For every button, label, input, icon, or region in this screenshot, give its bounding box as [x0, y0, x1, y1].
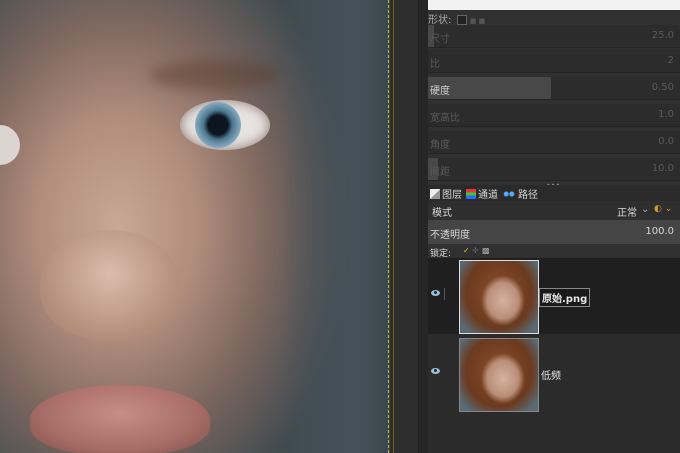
lips	[30, 385, 210, 453]
layers-icon	[430, 189, 440, 199]
slider-value[interactable]: 2	[668, 55, 674, 66]
mode-row[interactable]: 模式 正常 ⌄ ◐ ⌄	[428, 201, 680, 219]
brush-slider[interactable]: 宽高比 1.0	[428, 104, 680, 127]
shape-row: 形状: ■ ■	[428, 11, 486, 26]
brush-slider[interactable]: 角度 0.0	[428, 131, 680, 154]
brush-slider[interactable]: 尺寸 25.0	[428, 25, 680, 48]
left-eye-partial	[0, 125, 20, 165]
layer-thumbnail	[459, 260, 539, 334]
tab-paths-label: 路径	[518, 190, 538, 201]
image-canvas[interactable]	[0, 0, 390, 453]
nose	[40, 230, 180, 340]
slider-value[interactable]: 25.0	[652, 30, 674, 41]
eyebrow	[150, 60, 280, 90]
lock-row: 锁定: ✓ ✛ ▩	[428, 245, 680, 259]
opacity-label: 不透明度	[430, 230, 470, 241]
shape-hint: ■ ■	[469, 17, 486, 25]
chevron-down-icon[interactable]: ⌄	[641, 204, 649, 215]
mode-select[interactable]: 正常	[617, 204, 637, 219]
slider-value[interactable]: 1.0	[658, 109, 674, 120]
background-shade	[280, 0, 390, 453]
shape-square-icon[interactable]	[456, 15, 467, 25]
slider-value[interactable]: 0.50	[652, 82, 674, 93]
brush-preview-bar	[428, 0, 680, 10]
slider-label: 尺寸	[430, 34, 450, 45]
slider-label: 角度	[430, 140, 450, 151]
slider-label: 比	[430, 59, 440, 70]
paths-icon	[502, 189, 516, 199]
layers-list: 原始.png 低频	[428, 258, 680, 453]
slider-label: 间距	[430, 167, 450, 178]
canvas-edge-line	[393, 0, 394, 453]
opacity-value[interactable]: 100.0	[645, 226, 674, 237]
layer-row[interactable]: 低频	[428, 336, 680, 412]
lock-pixels-icon[interactable]: ✓	[463, 246, 470, 255]
layer-name[interactable]: 低频	[539, 366, 563, 383]
brush-slider[interactable]: 比2	[428, 50, 680, 73]
layer-row[interactable]: 原始.png	[428, 258, 680, 334]
canvas-scroll-strip[interactable]	[390, 0, 418, 453]
canvas-guide-line	[388, 0, 389, 453]
mode-label: 模式	[432, 208, 452, 219]
tab-channels[interactable]: 通道	[466, 186, 498, 201]
tab-layers-label: 图层	[442, 190, 462, 201]
iris	[195, 102, 241, 148]
tab-channels-label: 通道	[478, 190, 498, 201]
slider-value[interactable]: 10.0	[652, 163, 674, 174]
mode-options-icon[interactable]: ◐ ⌄	[654, 204, 672, 214]
dock-tabs: 图层 通道 路径	[428, 185, 680, 201]
slider-value[interactable]: 0.0	[658, 136, 674, 147]
opacity-slider[interactable]: 不透明度 100.0	[428, 220, 680, 244]
brush-slider[interactable]: 硬度 0.50	[428, 77, 680, 100]
tab-paths[interactable]: 路径	[502, 186, 538, 201]
slider-label: 宽高比	[430, 113, 460, 124]
right-dock: 形状: ■ ■ 尺寸 25.0 比 2 硬度 0.50 宽高比 1.0 角度 0.0 间距 10.0 …	[428, 0, 680, 453]
layer-thumbnail	[459, 338, 539, 412]
link-icon[interactable]	[444, 288, 449, 300]
channels-icon	[466, 189, 476, 199]
lock-position-icon[interactable]: ✛	[472, 246, 479, 255]
brush-slider[interactable]: 间距 10.0	[428, 158, 680, 181]
tab-layers[interactable]: 图层	[430, 186, 462, 201]
slider-label: 硬度	[430, 86, 450, 97]
eye-icon[interactable]	[431, 368, 440, 374]
layer-name[interactable]: 原始.png	[539, 288, 591, 307]
eye-icon[interactable]	[431, 290, 440, 296]
lock-alpha-icon[interactable]: ▩	[482, 246, 490, 255]
